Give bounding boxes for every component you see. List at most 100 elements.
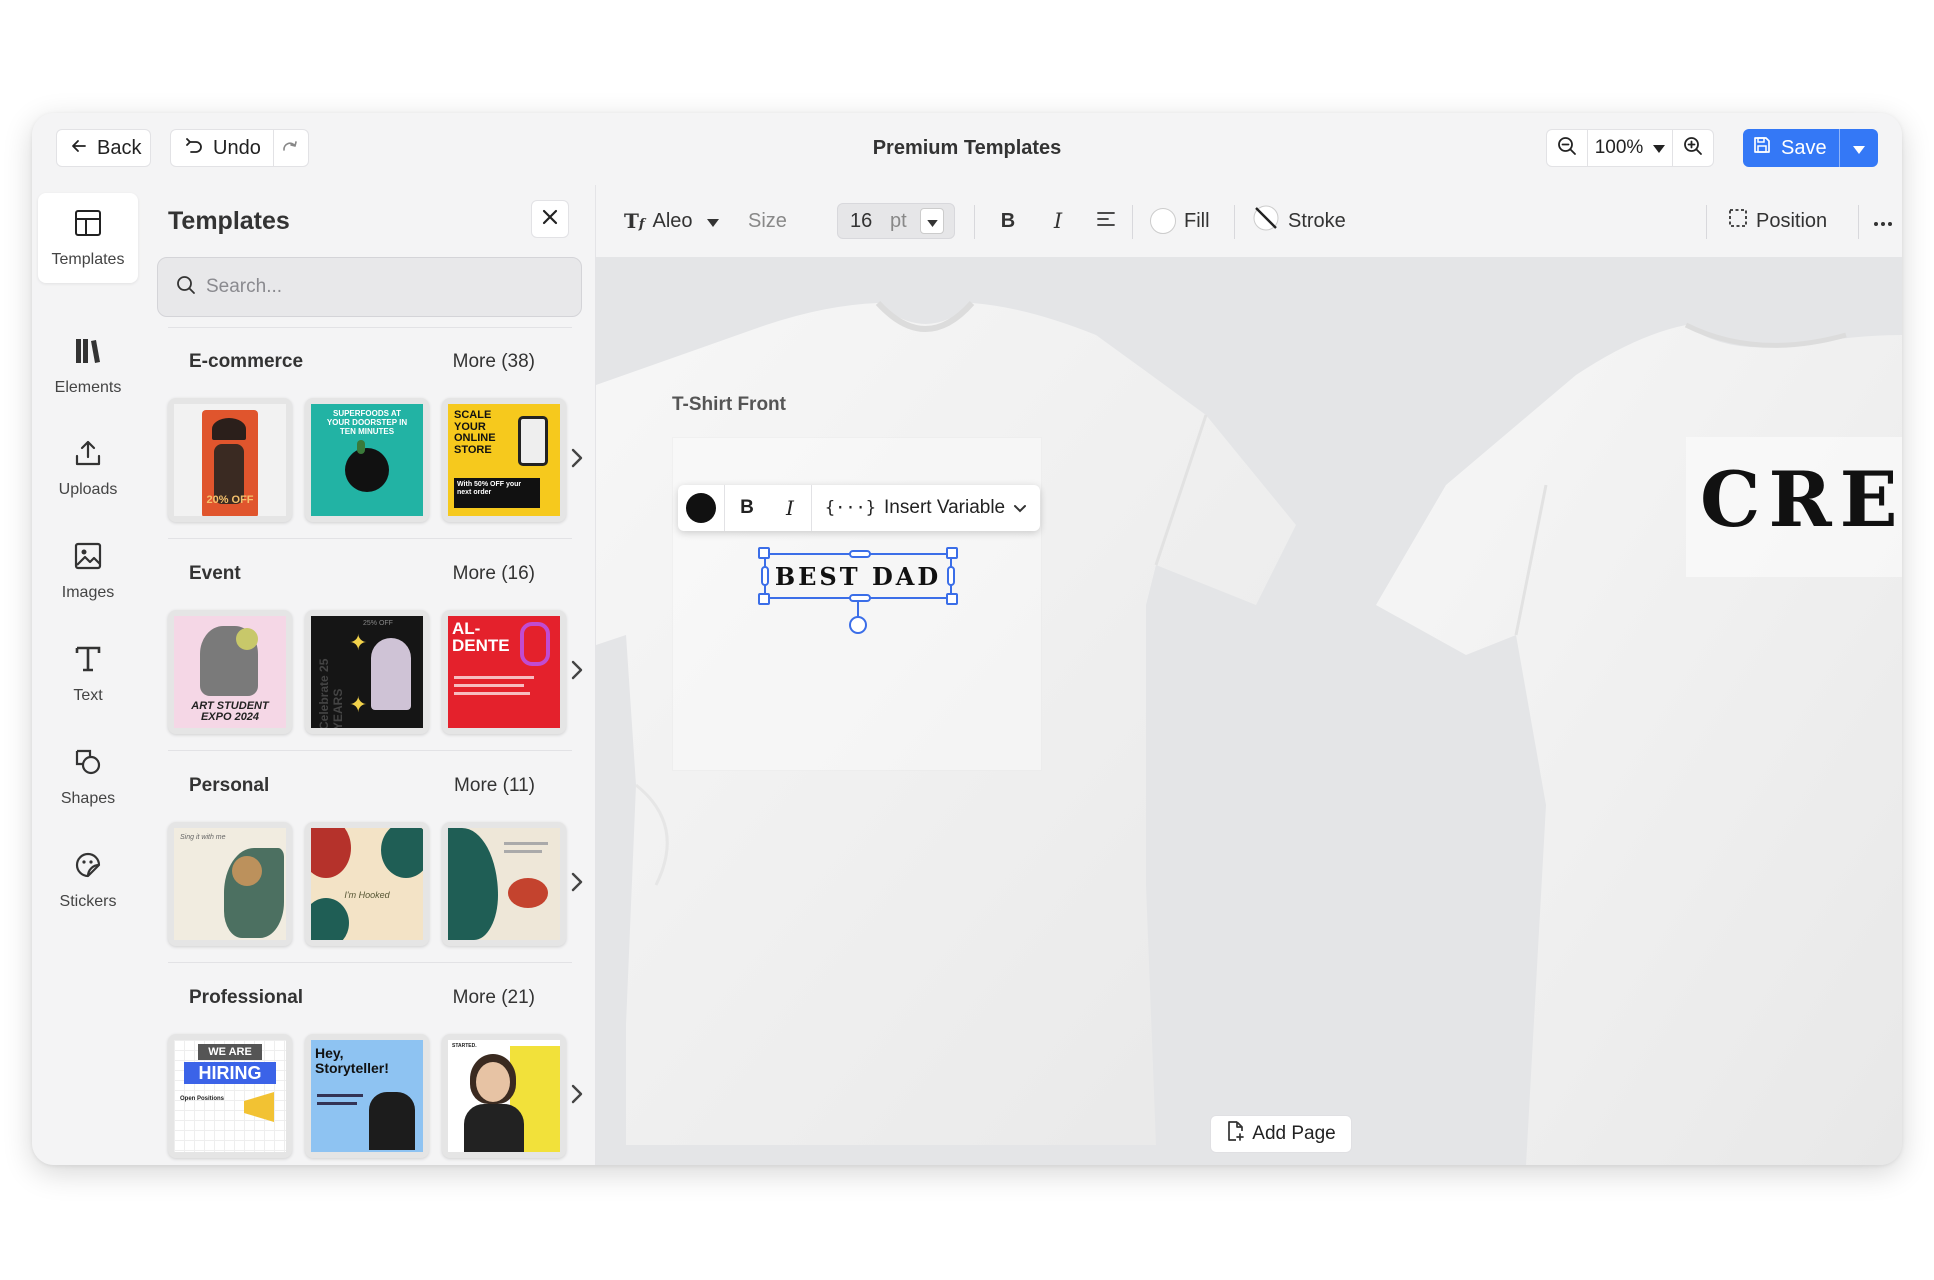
section-name: Professional [189, 987, 304, 1008]
more-link[interactable]: More (38) [453, 351, 535, 373]
save-icon [1753, 136, 1771, 160]
divider [168, 962, 572, 963]
elements-icon [73, 336, 103, 371]
bold-button[interactable]: B [992, 185, 1024, 257]
zoom-in-button[interactable] [1673, 130, 1713, 166]
template-thumbnail[interactable]: SCALE YOUR ONLINE STORE With 50% OFF you… [442, 398, 566, 522]
align-left-icon [1097, 210, 1115, 233]
template-thumbnail[interactable] [442, 822, 566, 946]
more-link[interactable]: More (16) [453, 563, 535, 585]
selected-text-element[interactable]: BEST DAD [758, 547, 958, 605]
search-input[interactable] [206, 276, 566, 298]
left-rail: Templates Elements Uploads Images Text S… [32, 185, 144, 1165]
thumbnail-row: ART STUDENT EXPO 2024 Celebrate 25 YEARS… [168, 610, 588, 734]
save-options-button[interactable] [1839, 129, 1877, 167]
zoom-out-button[interactable] [1547, 130, 1587, 166]
resize-handle[interactable] [761, 566, 769, 586]
more-link[interactable]: More (21) [453, 987, 535, 1009]
insert-variable-button[interactable]: {···} Insert Variable [812, 485, 1040, 531]
rail-item-images[interactable]: Images [38, 526, 138, 616]
rail-item-shapes[interactable]: Shapes [38, 732, 138, 822]
stroke-icon [1252, 204, 1280, 238]
rail-item-uploads[interactable]: Uploads [38, 423, 138, 513]
template-thumbnail[interactable]: SUPERFOODS AT YOUR DOORSTEP IN TEN MINUT… [305, 398, 429, 522]
template-thumbnail[interactable]: STARTED. [442, 1034, 566, 1158]
section-header-event: Event More (16) [189, 563, 535, 585]
save-label: Save [1781, 136, 1827, 159]
font-icon: Tf [624, 209, 645, 233]
shapes-icon [73, 747, 103, 782]
resize-handle[interactable] [758, 547, 770, 559]
rail-item-elements[interactable]: Elements [38, 321, 138, 411]
chevron-right-icon [571, 448, 583, 473]
more-link[interactable]: More (11) [454, 775, 535, 797]
size-input[interactable]: 16 pt [837, 203, 955, 239]
chevron-right-icon [571, 872, 583, 897]
align-button[interactable] [1090, 185, 1122, 257]
editor-window: Back Undo Premium Templates 100% Save Te… [32, 113, 1902, 1165]
text-color-button[interactable] [678, 485, 724, 531]
template-thumbnail[interactable]: ART STUDENT EXPO 2024 [168, 610, 292, 734]
zoom-out-icon [1557, 136, 1577, 161]
text-italic-button[interactable]: I [769, 485, 811, 531]
selected-text[interactable]: BEST DAD [766, 555, 950, 597]
thumbnail-text: SCALE YOUR ONLINE STORE [454, 409, 496, 456]
zoom-select[interactable]: 100% [1587, 130, 1673, 166]
template-thumbnail[interactable]: Sing it with me [168, 822, 292, 946]
back-design-text[interactable]: CREW [1700, 455, 1902, 544]
resize-handle[interactable] [946, 593, 958, 605]
thumbnail-text: Celebrate 25 YEARS [317, 658, 345, 728]
fill-button[interactable]: Fill [1150, 185, 1210, 257]
more-options-button[interactable] [1870, 185, 1896, 257]
resize-handle[interactable] [947, 566, 955, 586]
thumbnail-text: 20% OFF [206, 494, 254, 506]
resize-handle[interactable] [758, 593, 770, 605]
template-thumbnail[interactable]: I'm Hooked [305, 822, 429, 946]
position-button[interactable]: Position [1728, 185, 1827, 257]
zoom-control: 100% [1546, 129, 1714, 167]
font-select[interactable]: Tf Aleo [624, 185, 719, 257]
rail-item-text[interactable]: Text [38, 629, 138, 719]
save-button[interactable]: Save [1743, 129, 1839, 167]
thumbnail-text: AL-DENTE [452, 619, 510, 655]
thumbnail-text: With 50% OFF your next order [454, 478, 540, 508]
divider [168, 750, 572, 751]
search-icon [176, 275, 196, 300]
scroll-right-button[interactable] [565, 442, 589, 478]
resize-handle[interactable] [849, 550, 871, 558]
chevron-right-icon [571, 1084, 583, 1109]
scroll-right-button[interactable] [565, 654, 589, 690]
scroll-right-button[interactable] [565, 1078, 589, 1114]
template-thumbnail[interactable]: 20% OFF [168, 398, 292, 522]
size-label: Size [748, 209, 787, 232]
add-page-button[interactable]: Add Page [1210, 1115, 1352, 1153]
position-label: Position [1756, 209, 1828, 232]
text-edit-toolbar: B I {···} Insert Variable [678, 485, 1040, 531]
section-name: Personal [189, 775, 270, 796]
template-thumbnail[interactable]: WE ARE HIRING Open Positions [168, 1034, 292, 1158]
rotate-handle[interactable] [849, 616, 867, 634]
section-name: E-commerce [189, 351, 304, 372]
rail-label: Shapes [60, 789, 116, 807]
stroke-label: Stroke [1288, 209, 1346, 232]
resize-handle[interactable] [946, 547, 958, 559]
divider [1234, 205, 1235, 239]
template-thumbnail[interactable]: AL-DENTE [442, 610, 566, 734]
size-unit: pt [890, 209, 907, 232]
rail-item-stickers[interactable]: Stickers [38, 835, 138, 925]
rail-item-templates[interactable]: Templates [38, 193, 138, 283]
close-panel-button[interactable] [531, 200, 569, 238]
templates-panel: Templates E-commerce More (38) [144, 185, 596, 1165]
text-bold-button[interactable]: B [725, 485, 769, 531]
template-thumbnail[interactable]: Hey, Storyteller! [305, 1034, 429, 1158]
template-thumbnail[interactable]: Celebrate 25 YEARS 25% OFF ✦ ✦ [305, 610, 429, 734]
stroke-button[interactable]: Stroke [1252, 185, 1346, 257]
size-dropdown-button[interactable] [920, 208, 944, 234]
thumbnail-row: WE ARE HIRING Open Positions Hey, Storyt… [168, 1034, 588, 1158]
italic-button[interactable]: I [1042, 185, 1074, 257]
rail-label: Stickers [59, 892, 117, 910]
resize-handle[interactable] [849, 594, 871, 602]
scroll-right-button[interactable] [565, 866, 589, 902]
panel-title: Templates [168, 207, 290, 235]
rail-label: Elements [54, 378, 122, 396]
